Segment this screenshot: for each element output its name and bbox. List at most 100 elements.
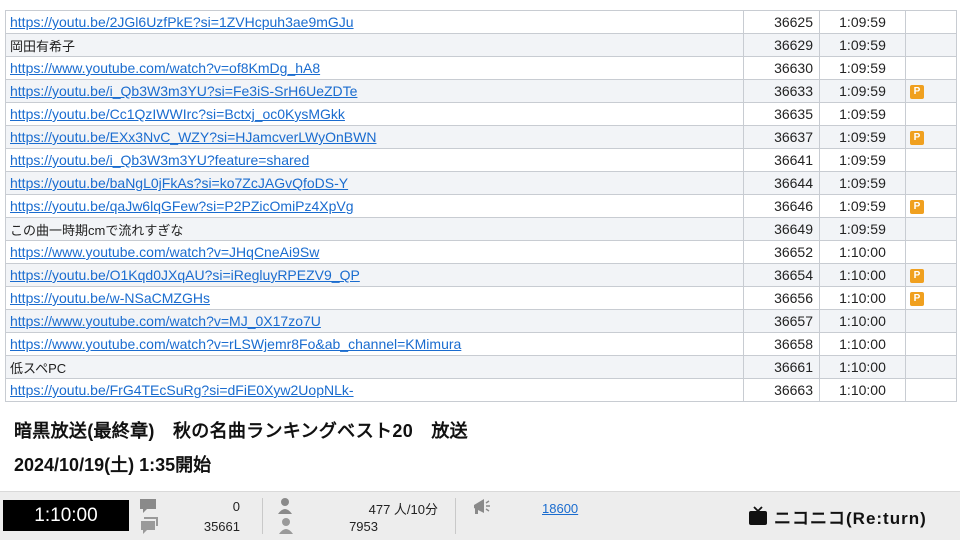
comment-number: 36663 — [743, 378, 820, 402]
viewer-rate: 477 人/10分 — [368, 502, 438, 517]
logo-text: ニコニコ(Re:turn) — [774, 508, 927, 528]
premium-cell — [905, 240, 957, 264]
comment-link[interactable]: https://youtu.be/2JGl6UzfPkE?si=1ZVHcpuh… — [5, 10, 744, 34]
comment-row[interactable]: https://www.youtube.com/watch?v=MJ_0X17z… — [5, 309, 957, 333]
comment-time: 1:10:00 — [819, 378, 906, 402]
comment-row[interactable]: https://www.youtube.com/watch?v=rLSWjemr… — [5, 332, 957, 356]
comment-time: 1:10:00 — [819, 286, 906, 310]
comment-number: 36646 — [743, 194, 820, 218]
comment-text: この曲一時期cmで流れすぎな — [5, 217, 744, 241]
comment-icon — [140, 499, 156, 513]
comment-row[interactable]: https://youtu.be/i_Qb3W3m3YU?feature=sha… — [5, 148, 957, 172]
comment-list[interactable]: https://youtu.be/2JGl6UzfPkE?si=1ZVHcpuh… — [0, 10, 960, 404]
premium-cell — [905, 33, 957, 57]
comment-link[interactable]: https://youtu.be/i_Qb3W3m3YU?feature=sha… — [5, 148, 744, 172]
premium-cell — [905, 102, 957, 126]
comment-time: 1:09:59 — [819, 56, 906, 80]
comment-row[interactable]: https://youtu.be/Cc1QzIWWIrc?si=Bctxj_oc… — [5, 102, 957, 126]
comment-total-icon — [141, 517, 158, 534]
ad-megaphone-icon — [474, 499, 490, 514]
comment-time: 1:10:00 — [819, 355, 906, 379]
comment-link[interactable]: https://www.youtube.com/watch?v=JHqCneAi… — [5, 240, 744, 264]
premium-cell — [905, 56, 957, 80]
comment-number: 36637 — [743, 125, 820, 149]
comment-row[interactable]: https://youtu.be/i_Qb3W3m3YU?si=Fe3iS-Sr… — [5, 79, 957, 103]
comment-row[interactable]: https://www.youtube.com/watch?v=JHqCneAi… — [5, 240, 957, 264]
comment-count-recent: 0 — [232, 499, 240, 514]
comment-time: 1:09:59 — [819, 125, 906, 149]
premium-cell: P — [905, 194, 957, 218]
comment-time: 1:09:59 — [819, 171, 906, 195]
comment-number: 36641 — [743, 148, 820, 172]
comment-link[interactable]: https://youtu.be/i_Qb3W3m3YU?si=Fe3iS-Sr… — [5, 79, 744, 103]
premium-cell: P — [905, 263, 957, 287]
comment-row[interactable]: この曲一時期cmで流れすぎな 36649 1:09:59 — [5, 217, 957, 241]
premium-cell — [905, 378, 957, 402]
comment-time: 1:09:59 — [819, 102, 906, 126]
premium-cell — [905, 217, 957, 241]
comment-text: 低スペPC — [5, 355, 744, 379]
comment-row[interactable]: https://youtu.be/FrG4TEcSuRg?si=dFiE0Xyw… — [5, 378, 957, 402]
comment-number: 36629 — [743, 33, 820, 57]
comment-number: 36656 — [743, 286, 820, 310]
comment-row[interactable]: 低スペPC 36661 1:10:00 — [5, 355, 957, 379]
comment-number: 36649 — [743, 217, 820, 241]
comment-time: 1:09:59 — [819, 10, 906, 34]
comment-link[interactable]: https://www.youtube.com/watch?v=rLSWjemr… — [5, 332, 744, 356]
program-info: 暗黒放送(最終章) 秋の名曲ランキングベスト20 放送 2024/10/19(土… — [14, 418, 468, 478]
comment-row[interactable]: https://youtu.be/2JGl6UzfPkE?si=1ZVHcpuh… — [5, 10, 957, 34]
comment-row[interactable]: https://youtu.be/w-NSaCMZGHs 36656 1:10:00… — [5, 286, 957, 310]
premium-badge-icon: P — [910, 85, 924, 100]
premium-cell — [905, 10, 957, 34]
premium-cell — [905, 355, 957, 379]
premium-cell: P — [905, 125, 957, 149]
comment-number: 36652 — [743, 240, 820, 264]
comment-row[interactable]: https://www.youtube.com/watch?v=of8KmDg_… — [5, 56, 957, 80]
comment-number: 36625 — [743, 10, 820, 34]
status-bar: 1:10:00 0 35661 477 人/10分 7953 18600 ニコニ… — [0, 491, 960, 540]
comment-link[interactable]: https://www.youtube.com/watch?v=MJ_0X17z… — [5, 309, 744, 333]
comment-text: 岡田有希子 — [5, 33, 744, 57]
premium-badge-icon: P — [910, 292, 924, 307]
premium-cell — [905, 332, 957, 356]
premium-cell — [905, 309, 957, 333]
comment-time: 1:10:00 — [819, 332, 906, 356]
comment-number: 36644 — [743, 171, 820, 195]
premium-cell: P — [905, 79, 957, 103]
viewer-rate-icon — [278, 498, 292, 514]
comment-number: 36635 — [743, 102, 820, 126]
comment-table: https://youtu.be/2JGl6UzfPkE?si=1ZVHcpuh… — [5, 10, 957, 402]
premium-badge-icon: P — [910, 200, 924, 215]
niconico-logo: ニコニコ(Re:turn) — [748, 503, 927, 529]
program-title: 暗黒放送(最終章) 秋の名曲ランキングベスト20 放送 — [14, 421, 468, 441]
tv-icon — [749, 506, 767, 525]
comment-link[interactable]: https://youtu.be/baNgL0jFkAs?si=ko7ZcJAG… — [5, 171, 744, 195]
premium-badge-icon: P — [910, 269, 924, 284]
comment-link[interactable]: https://youtu.be/Cc1QzIWWIrc?si=Bctxj_oc… — [5, 102, 744, 126]
viewer-total: 7953 — [349, 519, 378, 534]
comment-row[interactable]: https://youtu.be/O1Kqd0JXqAU?si=iRegluyR… — [5, 263, 957, 287]
comment-number: 36658 — [743, 332, 820, 356]
premium-badge-icon: P — [910, 131, 924, 146]
comment-link[interactable]: https://youtu.be/w-NSaCMZGHs — [5, 286, 744, 310]
comment-row[interactable]: https://youtu.be/baNgL0jFkAs?si=ko7ZcJAG… — [5, 171, 957, 195]
comment-time: 1:09:59 — [819, 148, 906, 172]
comment-link[interactable]: https://youtu.be/EXx3NvC_WZY?si=HJamcver… — [5, 125, 744, 149]
comment-row[interactable]: https://youtu.be/qaJw6lqGFew?si=P2PZicOm… — [5, 194, 957, 218]
viewer-total-icon — [279, 518, 293, 534]
comment-link[interactable]: https://www.youtube.com/watch?v=of8KmDg_… — [5, 56, 744, 80]
comment-link[interactable]: https://youtu.be/O1Kqd0JXqAU?si=iRegluyR… — [5, 263, 744, 287]
divider — [455, 498, 456, 534]
comment-time: 1:10:00 — [819, 263, 906, 287]
premium-cell: P — [905, 286, 957, 310]
divider — [262, 498, 263, 534]
comment-row[interactable]: https://youtu.be/EXx3NvC_WZY?si=HJamcver… — [5, 125, 957, 149]
comment-row[interactable]: 岡田有希子 36629 1:09:59 — [5, 33, 957, 57]
comment-link[interactable]: https://youtu.be/qaJw6lqGFew?si=P2PZicOm… — [5, 194, 744, 218]
comment-number: 36654 — [743, 263, 820, 287]
program-start-date: 2024/10/19(土) 1:35開始 — [14, 455, 212, 475]
comment-time: 1:10:00 — [819, 309, 906, 333]
ad-points-link[interactable]: 18600 — [542, 501, 578, 516]
comment-link[interactable]: https://youtu.be/FrG4TEcSuRg?si=dFiE0Xyw… — [5, 378, 744, 402]
comment-number: 36661 — [743, 355, 820, 379]
